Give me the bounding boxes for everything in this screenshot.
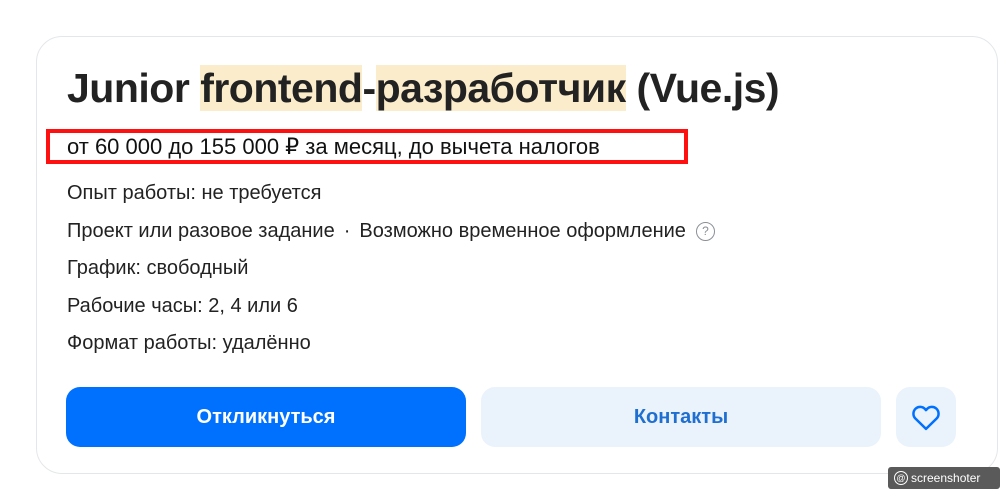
- screenshoter-watermark: @ screenshoter: [888, 467, 1000, 489]
- title-part-vue: (Vue.js): [625, 65, 780, 111]
- title-part-dash: -: [362, 65, 376, 111]
- favorite-button[interactable]: [896, 387, 956, 447]
- vacancy-title: Junior frontend-разработчик (Vue.js): [67, 62, 780, 114]
- title-highlight-developer: разработчик: [375, 65, 626, 111]
- working-hours-text: Рабочие часы: 2, 4 или 6: [67, 295, 298, 317]
- schedule-text: График: свободный: [67, 257, 249, 279]
- separator-dot: ·: [343, 220, 351, 242]
- respond-button[interactable]: Откликнуться: [66, 387, 466, 447]
- title-part-junior: Junior: [67, 65, 201, 111]
- title-highlight-frontend: frontend: [200, 65, 363, 111]
- experience-text: Опыт работы: не требуется: [67, 182, 322, 204]
- heart-icon: [912, 405, 940, 431]
- help-icon[interactable]: ?: [695, 222, 715, 241]
- contacts-button[interactable]: Контакты: [481, 387, 881, 447]
- salary-text: от 60 000 до 155 000 ₽ за месяц, до выче…: [67, 134, 600, 159]
- work-format-text: Формат работы: удалённо: [67, 332, 311, 354]
- registration-text: Возможно временное оформление: [359, 220, 686, 242]
- employment-type: Проект или разовое задание: [67, 220, 335, 242]
- at-icon: @: [894, 471, 908, 485]
- employment-line: Проект или разовое задание · Возможно врем…: [67, 218, 715, 244]
- watermark-text: screenshoter: [911, 471, 981, 485]
